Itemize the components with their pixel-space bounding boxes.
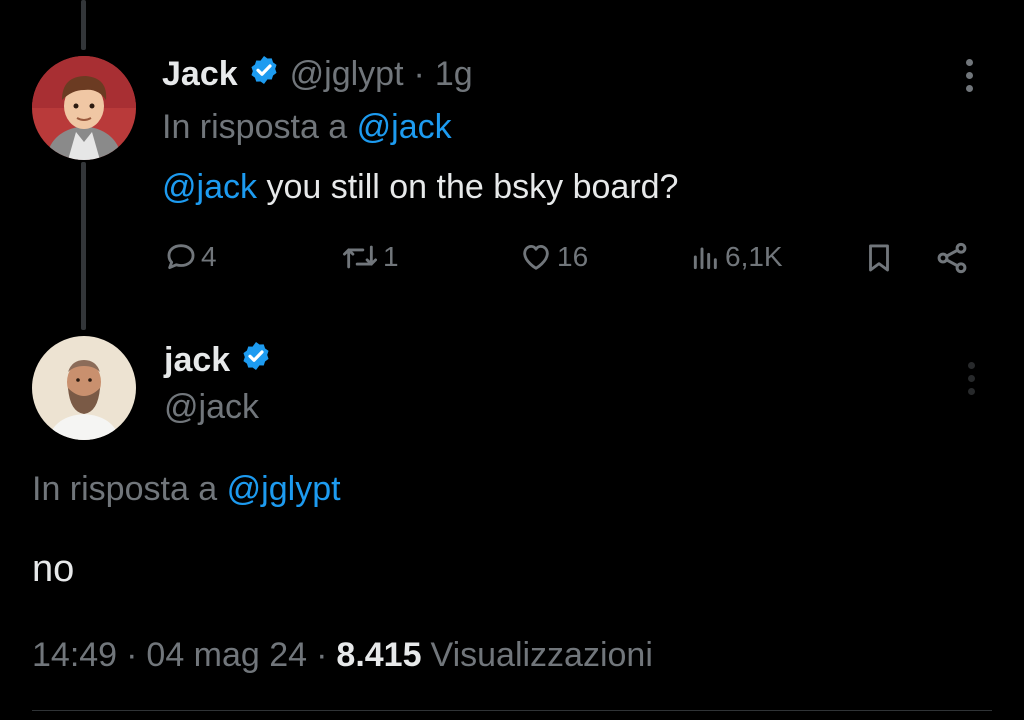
reply-prefix: In risposta a bbox=[162, 108, 348, 146]
main-tweet-name-row: jack bbox=[164, 338, 272, 382]
handle[interactable]: @jglypt bbox=[290, 55, 404, 94]
like-count: 16 bbox=[557, 241, 589, 272]
like-button[interactable]: 16 bbox=[518, 240, 588, 274]
divider bbox=[32, 710, 992, 711]
reply-tweet-header: Jack @jglypt · 1g bbox=[162, 52, 473, 96]
reply-button[interactable]: 4 bbox=[164, 240, 217, 274]
reply-context: In risposta a @jack bbox=[162, 108, 452, 147]
views-count[interactable]: 8.415 Visualizzazioni bbox=[336, 636, 652, 675]
reply-to-link[interactable]: @jack bbox=[357, 108, 452, 146]
more-icon[interactable] bbox=[968, 362, 975, 395]
tweet-text: no bbox=[32, 548, 75, 590]
bookmark-button[interactable] bbox=[862, 240, 896, 276]
views-number: 8.415 bbox=[336, 636, 422, 674]
verified-icon bbox=[240, 340, 272, 381]
reply-count: 4 bbox=[201, 241, 217, 272]
profile-photo bbox=[32, 336, 136, 440]
reply-prefix: In risposta a bbox=[32, 470, 218, 508]
avatar-jack[interactable] bbox=[32, 336, 136, 440]
avatar-jglypt[interactable] bbox=[32, 56, 136, 160]
retweet-icon bbox=[343, 245, 378, 269]
separator: · bbox=[413, 54, 425, 93]
tweet-body: you still on the bsky board? bbox=[266, 168, 679, 206]
reply-context: In risposta a @jglypt bbox=[32, 470, 341, 509]
handle[interactable]: @jack bbox=[164, 388, 259, 427]
views-button[interactable]: 6,1K bbox=[690, 240, 783, 274]
bookmark-icon bbox=[869, 244, 889, 272]
retweet-button[interactable]: 1 bbox=[340, 240, 399, 274]
tweet-time[interactable]: 14:49 bbox=[32, 636, 117, 675]
separator: · bbox=[126, 636, 138, 674]
share-button[interactable] bbox=[934, 240, 970, 276]
display-name[interactable]: jack bbox=[164, 341, 230, 380]
cartoon-avatar-image bbox=[32, 56, 136, 160]
views-label: Visualizzazioni bbox=[430, 636, 653, 674]
display-name[interactable]: Jack bbox=[162, 55, 238, 94]
share-icon bbox=[937, 242, 967, 274]
reply-to-link[interactable]: @jglypt bbox=[227, 470, 341, 508]
retweet-count: 1 bbox=[383, 241, 399, 272]
views-icon bbox=[693, 247, 717, 270]
tweet-date[interactable]: 04 mag 24 bbox=[146, 636, 307, 675]
thread-line-top bbox=[81, 0, 86, 50]
mention-link[interactable]: @jack bbox=[162, 168, 257, 206]
verified-icon bbox=[248, 54, 280, 95]
reply-icon bbox=[167, 244, 195, 270]
tweet-meta: 14:49 · 04 mag 24 · 8.415 Visualizzazion… bbox=[32, 636, 653, 675]
timestamp[interactable]: 1g bbox=[435, 55, 473, 94]
thread-line-bottom bbox=[81, 162, 86, 330]
views-count: 6,1K bbox=[725, 241, 783, 272]
separator: · bbox=[316, 636, 328, 674]
more-icon[interactable] bbox=[966, 59, 973, 92]
tweet-text: @jack you still on the bsky board? bbox=[162, 168, 678, 207]
like-icon bbox=[523, 244, 549, 270]
